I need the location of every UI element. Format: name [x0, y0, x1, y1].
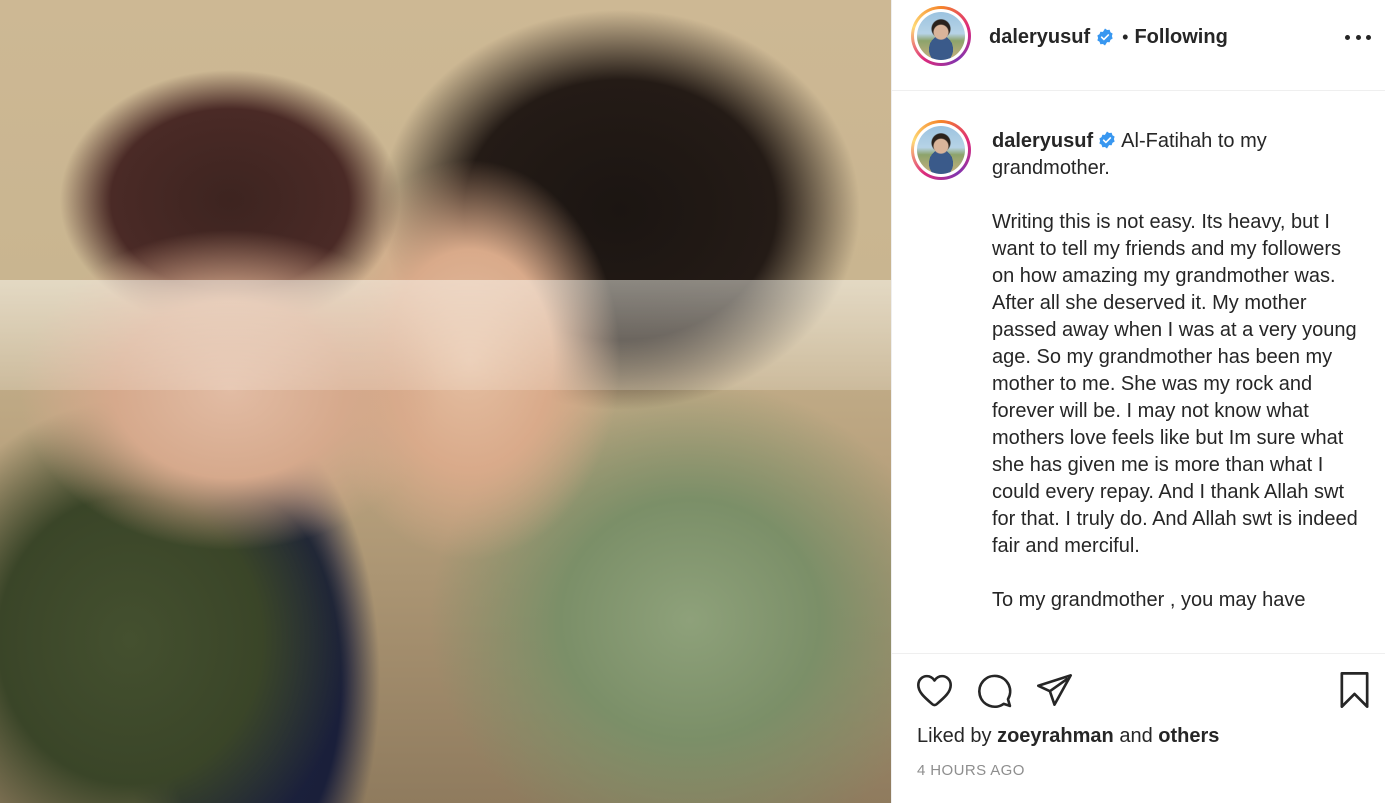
following-button[interactable]: Following: [1134, 26, 1227, 49]
photo-background-wall: [0, 280, 891, 390]
author-avatar[interactable]: [911, 6, 971, 66]
separator-dot: •: [1122, 26, 1129, 47]
comments-area[interactable]: daleryusuf Al-Fatihah to my grandmother. …: [892, 92, 1385, 653]
liked-by-user-link[interactable]: zoeyrahman: [997, 725, 1114, 747]
liked-by-others-link[interactable]: others: [1158, 725, 1219, 747]
verified-badge-icon: [1097, 28, 1113, 46]
more-options-icon[interactable]: [1345, 27, 1371, 47]
caption-paragraph-truncated: To my grandmother , you may have: [992, 589, 1306, 611]
post-photo[interactable]: [0, 0, 891, 803]
post-header: daleryusuf • Following: [892, 0, 1385, 91]
post-timestamp[interactable]: 4 HOURS AGO: [917, 762, 1025, 779]
caption-paragraph: Writing this is not easy. Its heavy, but…: [992, 211, 1358, 557]
paper-plane-icon[interactable]: [1036, 673, 1073, 707]
likes-summary: Liked by zoeyrahman and others: [917, 725, 1219, 748]
comment-bubble-icon[interactable]: [976, 672, 1013, 709]
likes-prefix: Liked by: [917, 725, 992, 747]
verified-badge-icon: [1099, 131, 1115, 149]
post-side-panel: daleryusuf • Following daleryusuf Al-Fati…: [891, 0, 1385, 803]
caption-author-avatar[interactable]: [911, 120, 971, 180]
likes-joiner: and: [1119, 725, 1153, 747]
author-username-link[interactable]: daleryusuf: [989, 26, 1090, 49]
caption-username-link[interactable]: daleryusuf: [992, 130, 1093, 152]
heart-icon[interactable]: [916, 673, 953, 707]
post-actions: Liked by zoeyrahman and others 4 HOURS A…: [892, 653, 1385, 803]
post-caption: daleryusuf Al-Fatihah to my grandmother. …: [992, 128, 1362, 614]
bookmark-icon[interactable]: [1338, 671, 1371, 709]
author-line: daleryusuf • Following: [989, 25, 1228, 49]
